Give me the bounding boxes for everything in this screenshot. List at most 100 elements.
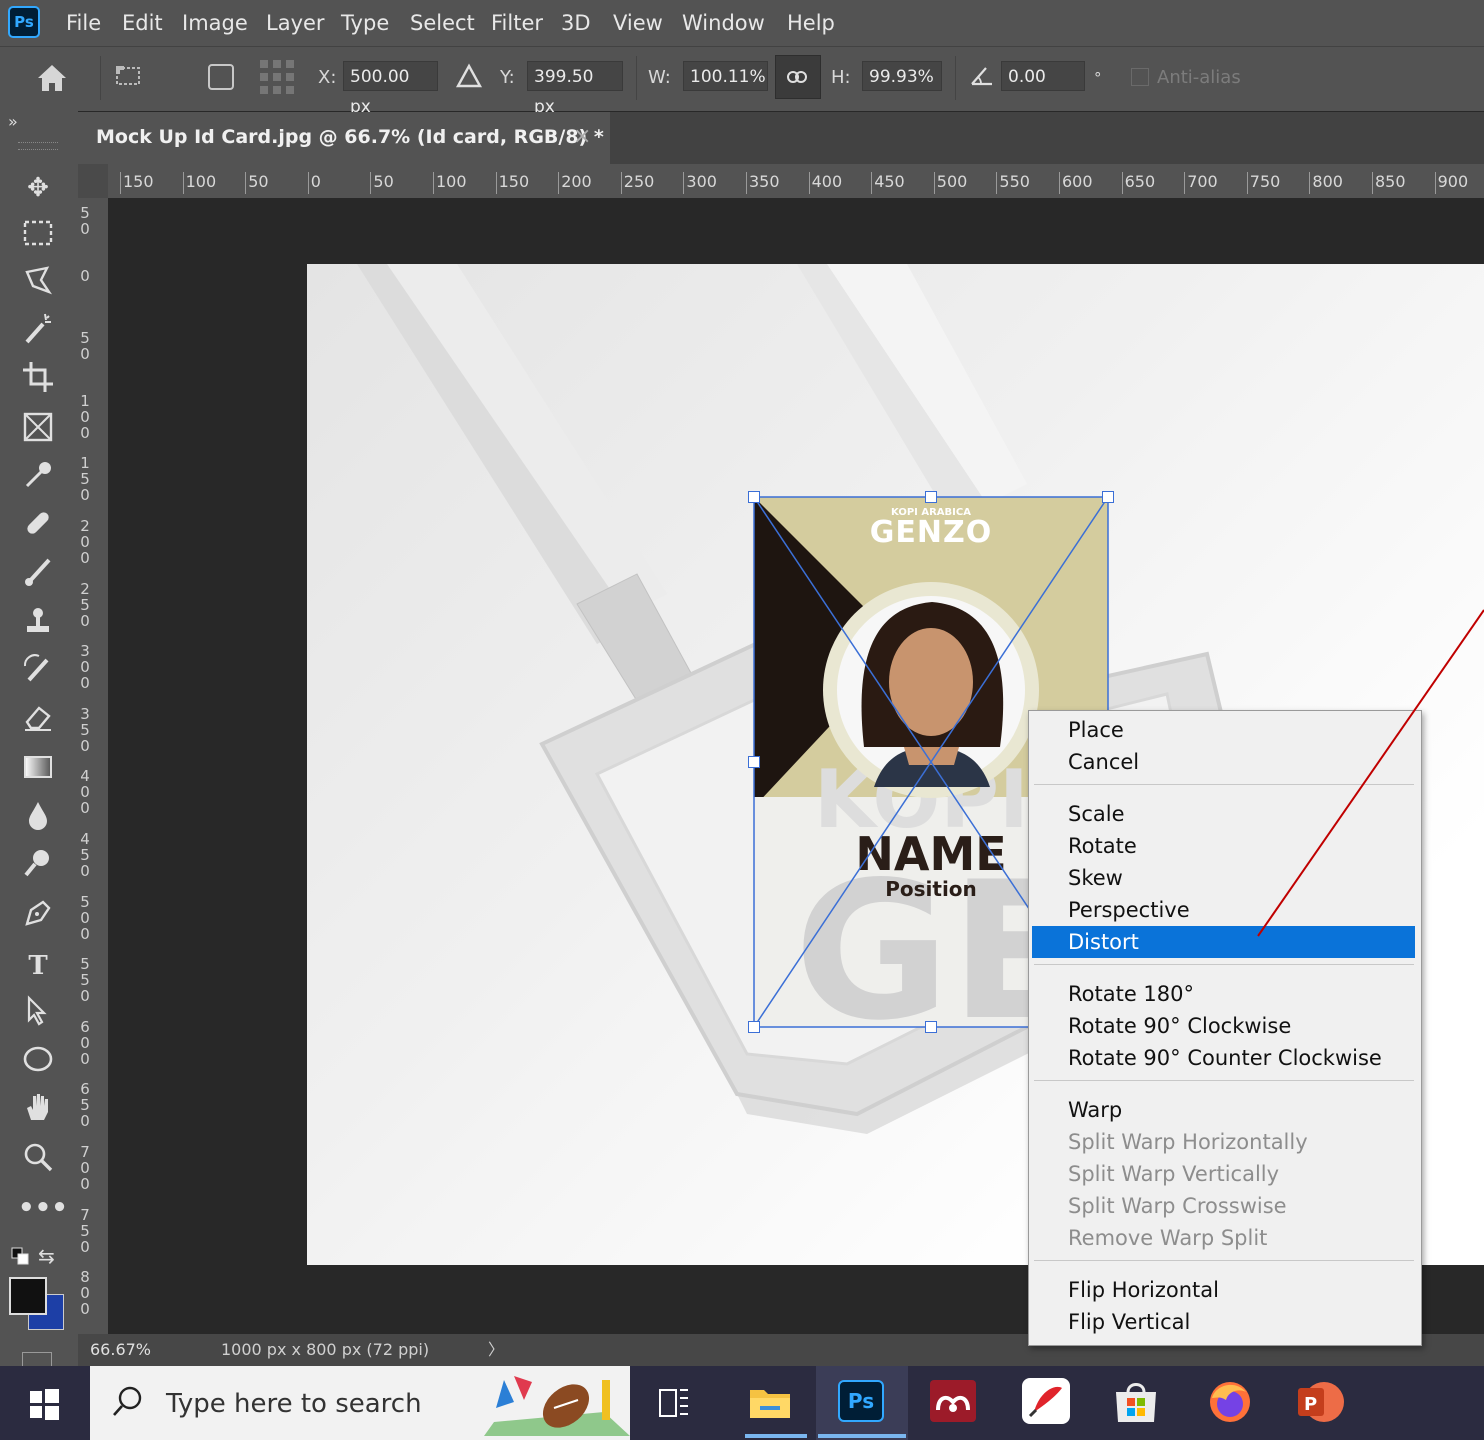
- ruler-tick-label: 500: [936, 172, 968, 191]
- eyedropper-tool-icon[interactable]: [18, 458, 58, 498]
- menu-item-perspective[interactable]: Perspective: [1068, 894, 1190, 926]
- width-field[interactable]: 100.11%: [683, 61, 768, 91]
- firefox-icon[interactable]: [1206, 1378, 1254, 1426]
- menu-item-distort[interactable]: Distort: [1068, 926, 1139, 958]
- menu-item-rotate[interactable]: Rotate: [1068, 830, 1137, 862]
- menu-file[interactable]: File: [66, 8, 101, 38]
- mendeley-icon[interactable]: [930, 1380, 976, 1422]
- task-view-icon[interactable]: [656, 1386, 692, 1420]
- ellipse-tool-icon[interactable]: [18, 1042, 58, 1082]
- clone-stamp-tool-icon[interactable]: [18, 604, 58, 644]
- path-selection-tool-icon[interactable]: [18, 994, 58, 1034]
- zoom-level[interactable]: 66.67%: [90, 1338, 151, 1362]
- dodge-tool-icon[interactable]: [18, 846, 58, 886]
- ruler-tick-mark: [495, 172, 497, 194]
- transform-handle-top-left[interactable]: [748, 491, 760, 503]
- windows-start-icon[interactable]: [28, 1388, 60, 1420]
- foreground-color-swatch[interactable]: [9, 1277, 47, 1315]
- menu-item-place[interactable]: Place: [1068, 714, 1124, 746]
- menu-layer[interactable]: Layer: [266, 8, 325, 38]
- collapse-panel-button[interactable]: »: [8, 112, 28, 132]
- ruler-tick-label: 700: [1187, 172, 1218, 191]
- reference-point-icon[interactable]: [112, 62, 146, 92]
- status-menu-arrow[interactable]: 〉: [488, 1338, 504, 1362]
- hand-tool-icon[interactable]: [18, 1090, 58, 1130]
- transform-handle-top-right[interactable]: [1102, 491, 1114, 503]
- menu-edit[interactable]: Edit: [122, 8, 163, 38]
- menu-window[interactable]: Window: [682, 8, 765, 38]
- menu-item-cancel[interactable]: Cancel: [1068, 746, 1139, 778]
- zoom-tool-icon[interactable]: [18, 1140, 58, 1180]
- move-tool-icon[interactable]: ✥: [18, 168, 58, 208]
- menu-3d[interactable]: 3D: [561, 8, 591, 38]
- menu-view[interactable]: View: [613, 8, 663, 38]
- healing-brush-tool-icon[interactable]: [18, 506, 58, 546]
- frame-tool-icon[interactable]: [18, 410, 58, 450]
- menu-item-warp[interactable]: Warp: [1068, 1094, 1122, 1126]
- marquee-tool-icon[interactable]: [18, 216, 58, 256]
- crop-tool-icon[interactable]: [18, 360, 58, 400]
- transform-handle-bottom-left[interactable]: [748, 1021, 760, 1033]
- transform-handle-top[interactable]: [925, 491, 937, 503]
- menu-item-rotate-180[interactable]: Rotate 180°: [1068, 978, 1194, 1010]
- divider: [100, 56, 101, 100]
- powerpoint-icon[interactable]: P: [1296, 1380, 1346, 1424]
- ruler-tick-mark: [933, 172, 935, 194]
- magic-wand-tool-icon[interactable]: [18, 312, 58, 352]
- pen-tool-icon[interactable]: [18, 896, 58, 936]
- menu-image[interactable]: Image: [182, 8, 248, 38]
- menu-item-flip-vertical[interactable]: Flip Vertical: [1068, 1306, 1190, 1338]
- file-explorer-icon[interactable]: [748, 1384, 792, 1422]
- menu-separator: [1034, 964, 1414, 965]
- menu-filter[interactable]: Filter: [491, 8, 543, 38]
- ruler-tick-label: 50: [80, 329, 90, 364]
- reference-point-checkbox[interactable]: [208, 64, 234, 90]
- document-tab-title[interactable]: Mock Up Id Card.jpg @ 66.7% (Id card, RG…: [96, 122, 604, 152]
- brush-tool-icon[interactable]: [18, 554, 58, 594]
- menu-type[interactable]: Type: [341, 8, 389, 38]
- menu-separator: [1034, 1260, 1414, 1261]
- ruler-tick-label: 100: [185, 172, 217, 191]
- anti-alias-checkbox[interactable]: [1131, 68, 1149, 86]
- menu-item-rotate-90-counter-clockwise[interactable]: Rotate 90° Counter Clockwise: [1068, 1042, 1382, 1074]
- quick-mask-icon[interactable]: [22, 1352, 52, 1367]
- ruler-tick-label: 750: [1249, 172, 1281, 191]
- history-brush-tool-icon[interactable]: [18, 652, 58, 692]
- close-tab-icon[interactable]: ×: [573, 124, 591, 150]
- maintain-aspect-ratio-button[interactable]: [775, 55, 821, 99]
- type-tool-icon[interactable]: T: [18, 946, 58, 986]
- menu-select[interactable]: Select: [410, 8, 475, 38]
- x-position-field[interactable]: 500.00 px: [343, 61, 438, 117]
- ruler-tick-label: 900: [1437, 172, 1469, 191]
- microsoft-store-icon[interactable]: [1112, 1380, 1160, 1424]
- ruler-tick-label: 350: [80, 704, 90, 755]
- pen-app-icon[interactable]: [1022, 1378, 1070, 1424]
- delta-relative-icon[interactable]: [455, 62, 483, 90]
- home-icon[interactable]: [34, 60, 70, 96]
- menu-help[interactable]: Help: [787, 8, 835, 38]
- rotation-angle-field[interactable]: 0.00: [1001, 61, 1085, 91]
- y-position-field[interactable]: 399.50 px: [527, 61, 623, 117]
- default-colors-icon[interactable]: [10, 1246, 30, 1266]
- toolbar-grip[interactable]: [18, 142, 58, 150]
- ruler-tick-label: 350: [749, 172, 780, 191]
- gradient-tool-icon[interactable]: [18, 750, 58, 790]
- transform-handle-bottom[interactable]: [925, 1021, 937, 1033]
- blur-tool-icon[interactable]: [18, 798, 58, 838]
- eraser-tool-icon[interactable]: [18, 700, 58, 740]
- menu-item-rotate-90-clockwise[interactable]: Rotate 90° Clockwise: [1068, 1010, 1291, 1042]
- search-highlight-icon[interactable]: [484, 1372, 630, 1436]
- ruler-tick-mark: [182, 172, 184, 194]
- menu-item-skew[interactable]: Skew: [1068, 862, 1123, 894]
- swap-colors-icon[interactable]: ⇆: [38, 1244, 62, 1268]
- ruler-corner[interactable]: [78, 164, 108, 198]
- reference-grid-icon[interactable]: [258, 58, 296, 96]
- menu-item-flip-horizontal[interactable]: Flip Horizontal: [1068, 1274, 1219, 1306]
- photoshop-logo-icon[interactable]: Ps: [8, 6, 40, 38]
- more-tools-icon[interactable]: •••: [18, 1188, 68, 1228]
- lasso-tool-icon[interactable]: [18, 264, 58, 304]
- transform-handle-left[interactable]: [748, 756, 760, 768]
- ruler-tick-label: 250: [80, 579, 90, 630]
- height-field[interactable]: 99.93%: [862, 61, 942, 91]
- menu-item-scale[interactable]: Scale: [1068, 798, 1125, 830]
